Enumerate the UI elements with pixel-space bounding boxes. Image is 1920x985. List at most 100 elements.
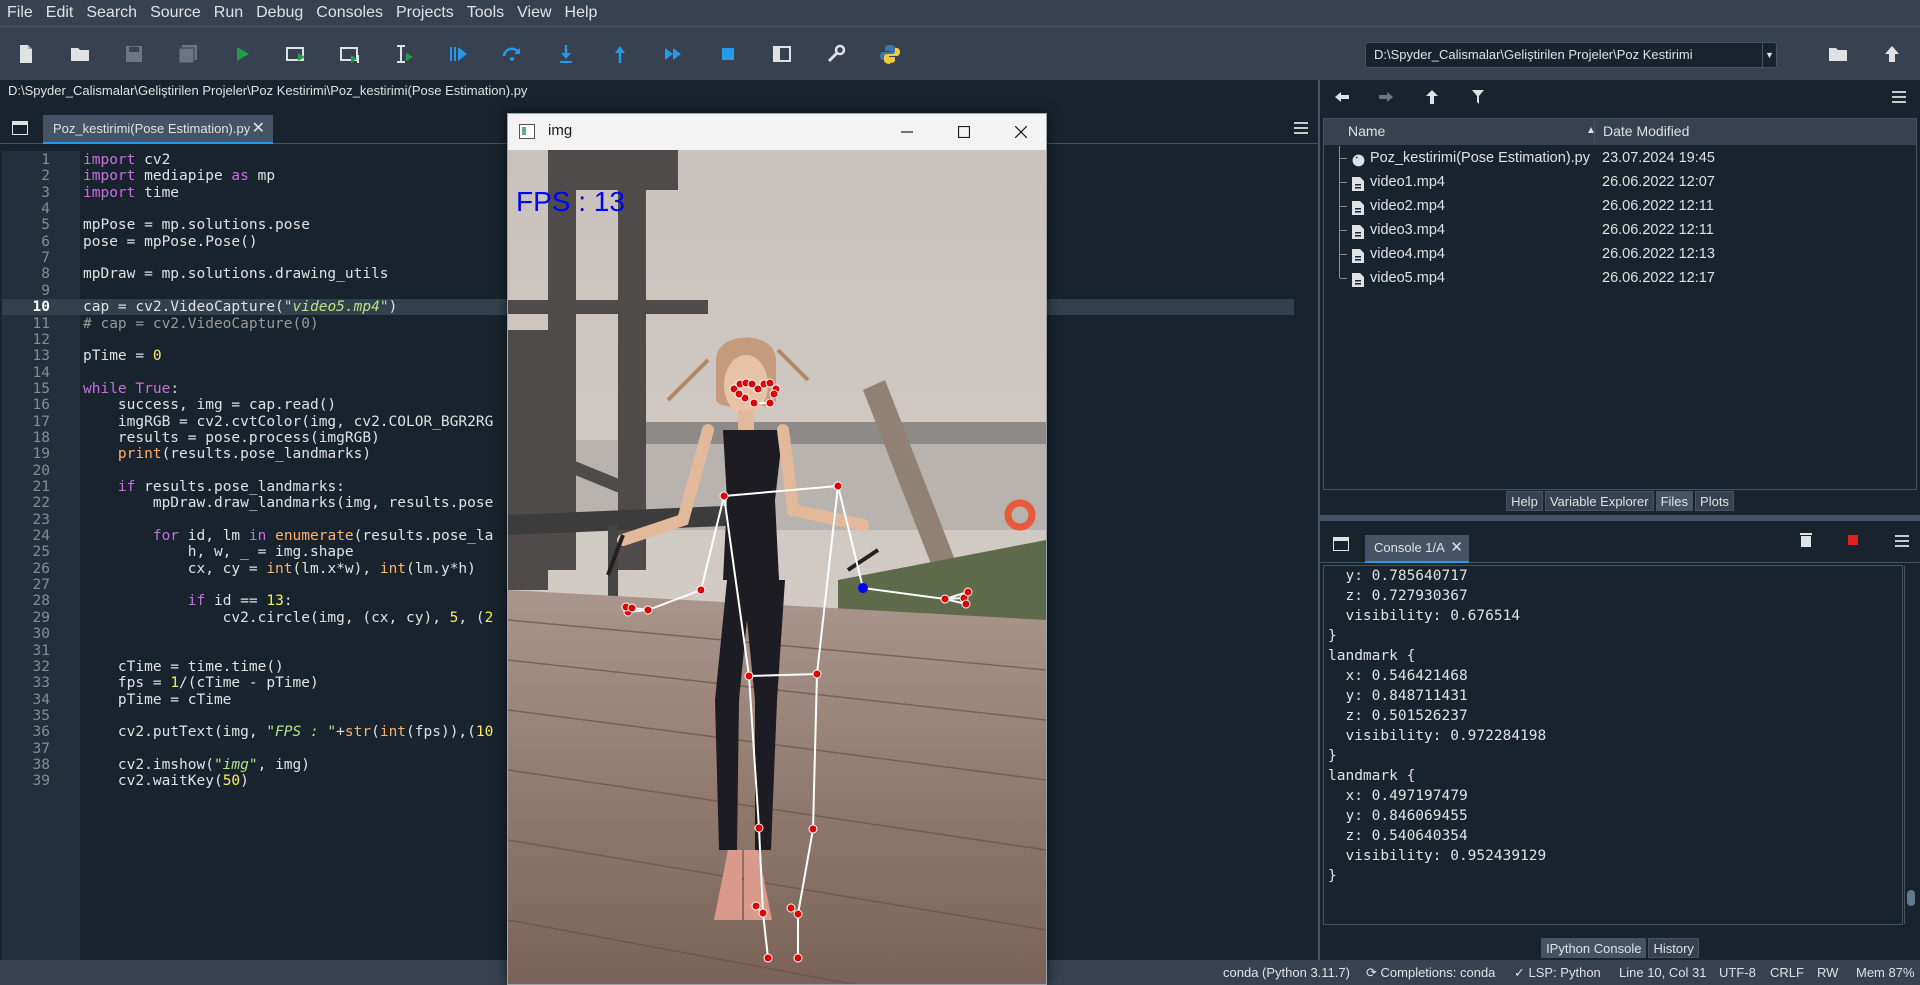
file-row[interactable]: video3.mp4 26.06.2022 12:11 bbox=[1324, 218, 1916, 242]
maximize-pane-icon[interactable] bbox=[768, 40, 796, 68]
code-text: cv2.circle(img, (cx, cy), 5, (2 bbox=[83, 609, 494, 626]
debug-icon[interactable] bbox=[444, 40, 472, 68]
new-file-icon[interactable] bbox=[12, 40, 40, 68]
landmark-point bbox=[765, 398, 775, 408]
tab-files[interactable]: Files bbox=[1655, 491, 1694, 511]
menu-edit[interactable]: Edit bbox=[39, 0, 80, 26]
column-header-date[interactable]: Date Modified bbox=[1603, 123, 1689, 139]
opencv-image-window[interactable]: img FPS: 13 bbox=[507, 113, 1047, 985]
step-over-icon[interactable] bbox=[498, 40, 526, 68]
line-number: 34 bbox=[32, 691, 50, 708]
maximize-button[interactable] bbox=[936, 114, 992, 150]
file-date: 26.06.2022 12:07 bbox=[1602, 174, 1715, 190]
tab-variable-explorer[interactable]: Variable Explorer bbox=[1544, 491, 1654, 511]
console-output[interactable]: y: 0.785640717 z: 0.727930367 visibility… bbox=[1323, 565, 1903, 925]
landmark-point bbox=[793, 909, 803, 919]
step-return-icon[interactable] bbox=[606, 40, 634, 68]
video-frame: FPS : 13 bbox=[508, 150, 1046, 984]
line-number: 26 bbox=[32, 560, 50, 577]
clear-console-icon[interactable] bbox=[1800, 533, 1812, 552]
line-number: 5 bbox=[41, 217, 50, 234]
menu-search[interactable]: Search bbox=[79, 0, 143, 26]
line-number: 17 bbox=[32, 413, 50, 430]
column-header-name[interactable]: Name bbox=[1348, 123, 1385, 139]
menu-run[interactable]: Run bbox=[207, 0, 249, 26]
console-scrollbar[interactable] bbox=[1904, 566, 1916, 924]
scrollbar-thumb[interactable] bbox=[1907, 890, 1915, 906]
step-into-icon[interactable] bbox=[552, 40, 580, 68]
menu-file[interactable]: File bbox=[0, 0, 39, 26]
line-number: 11 bbox=[32, 315, 50, 332]
landmark-point bbox=[758, 908, 768, 918]
stop-debug-icon[interactable] bbox=[714, 40, 742, 68]
file-tree[interactable]: Name ▲ Date Modified Poz_kestirimi(Pose … bbox=[1323, 118, 1917, 490]
file-row[interactable]: Poz_kestirimi(Pose Estimation).py 23.07.2… bbox=[1324, 146, 1916, 170]
up-arrow-icon[interactable] bbox=[1421, 87, 1443, 107]
options-menu-icon[interactable] bbox=[1888, 87, 1910, 107]
window-title-bar[interactable]: img bbox=[508, 114, 1046, 150]
file-row[interactable]: video2.mp4 26.06.2022 12:11 bbox=[1324, 194, 1916, 218]
landmark-point bbox=[765, 378, 775, 388]
forward-arrow-icon[interactable] bbox=[1375, 87, 1397, 107]
stop-kernel-icon[interactable] bbox=[1848, 535, 1858, 545]
python-path-icon[interactable] bbox=[876, 40, 904, 68]
code-text: print(results.pose_landmarks) bbox=[117, 446, 372, 463]
working-directory-combo[interactable]: D:\Spyder_Calismalar\Geliştirilen Projel… bbox=[1365, 42, 1777, 68]
save-all-icon[interactable] bbox=[174, 40, 202, 68]
open-file-icon[interactable] bbox=[66, 40, 94, 68]
run-cell-advance-icon[interactable] bbox=[336, 40, 364, 68]
menu-source[interactable]: Source bbox=[143, 0, 207, 26]
code-text: pose = mpPose.Pose() bbox=[83, 233, 258, 250]
menu-consoles[interactable]: Consoles bbox=[309, 0, 389, 26]
browse-tabs-icon[interactable] bbox=[12, 121, 28, 135]
tab-plots[interactable]: Plots bbox=[1695, 491, 1734, 511]
line-number: 15 bbox=[32, 380, 50, 397]
menu-tools[interactable]: Tools bbox=[460, 0, 510, 26]
console-line: y: 0.848711431 bbox=[1328, 688, 1468, 704]
window-title: img bbox=[548, 122, 573, 139]
browse-folder-icon[interactable] bbox=[1824, 40, 1852, 68]
file-icon bbox=[1352, 175, 1364, 191]
status-environment[interactable]: conda (Python 3.11.7) bbox=[1223, 960, 1350, 985]
tab-history[interactable]: History bbox=[1648, 938, 1699, 958]
browse-tabs-icon[interactable] bbox=[1333, 537, 1349, 551]
tab-ipython-console[interactable]: IPython Console bbox=[1541, 938, 1647, 958]
line-number: 6 bbox=[41, 233, 50, 250]
file-row[interactable]: video5.mp4 26.06.2022 12:17 bbox=[1324, 266, 1916, 290]
run-cell-icon[interactable] bbox=[282, 40, 310, 68]
continue-icon[interactable] bbox=[660, 40, 688, 68]
chevron-down-icon[interactable]: ▼ bbox=[1762, 43, 1776, 67]
status-completions[interactable]: ⟳ Completions: conda bbox=[1366, 960, 1495, 985]
menu-help[interactable]: Help bbox=[558, 0, 604, 26]
line-number: 37 bbox=[32, 740, 50, 757]
editor-tab[interactable]: Poz_kestirimi(Pose Estimation).py ✕ bbox=[43, 115, 273, 144]
save-icon[interactable] bbox=[120, 40, 148, 68]
close-button[interactable] bbox=[993, 114, 1049, 150]
close-icon[interactable]: ✕ bbox=[1450, 535, 1463, 561]
run-icon[interactable] bbox=[228, 40, 256, 68]
console-tab[interactable]: Console 1/A ✕ bbox=[1365, 535, 1469, 563]
console-pane-tabs: IPython Console History bbox=[1320, 938, 1920, 960]
file-row[interactable]: video1.mp4 26.06.2022 12:07 bbox=[1324, 170, 1916, 194]
file-row[interactable]: video4.mp4 26.06.2022 12:13 bbox=[1324, 242, 1916, 266]
minimize-button[interactable] bbox=[879, 114, 935, 150]
menu-debug[interactable]: Debug bbox=[249, 0, 309, 26]
back-arrow-icon[interactable] bbox=[1331, 87, 1353, 107]
line-number: 13 bbox=[32, 348, 50, 365]
close-icon[interactable]: ✕ bbox=[252, 115, 265, 142]
code-text: mpPose = mp.solutions.pose bbox=[83, 217, 310, 234]
run-selection-icon[interactable] bbox=[390, 40, 418, 68]
code-text: cap = cv2.VideoCapture("video5.mp4") bbox=[83, 299, 398, 316]
menu-view[interactable]: View bbox=[510, 0, 557, 26]
options-menu-icon[interactable] bbox=[1895, 534, 1909, 552]
landmark-point bbox=[833, 481, 843, 491]
menu-projects[interactable]: Projects bbox=[389, 0, 460, 26]
options-menu-icon[interactable] bbox=[1294, 121, 1308, 139]
preferences-icon[interactable] bbox=[822, 40, 850, 68]
status-lsp[interactable]: ✓ LSP: Python bbox=[1514, 960, 1601, 985]
console-line: } bbox=[1328, 748, 1337, 764]
parent-directory-icon[interactable] bbox=[1878, 40, 1906, 68]
tab-help[interactable]: Help bbox=[1506, 491, 1543, 511]
working-directory-value: D:\Spyder_Calismalar\Geliştirilen Projel… bbox=[1374, 47, 1693, 62]
filter-icon[interactable] bbox=[1467, 87, 1489, 107]
